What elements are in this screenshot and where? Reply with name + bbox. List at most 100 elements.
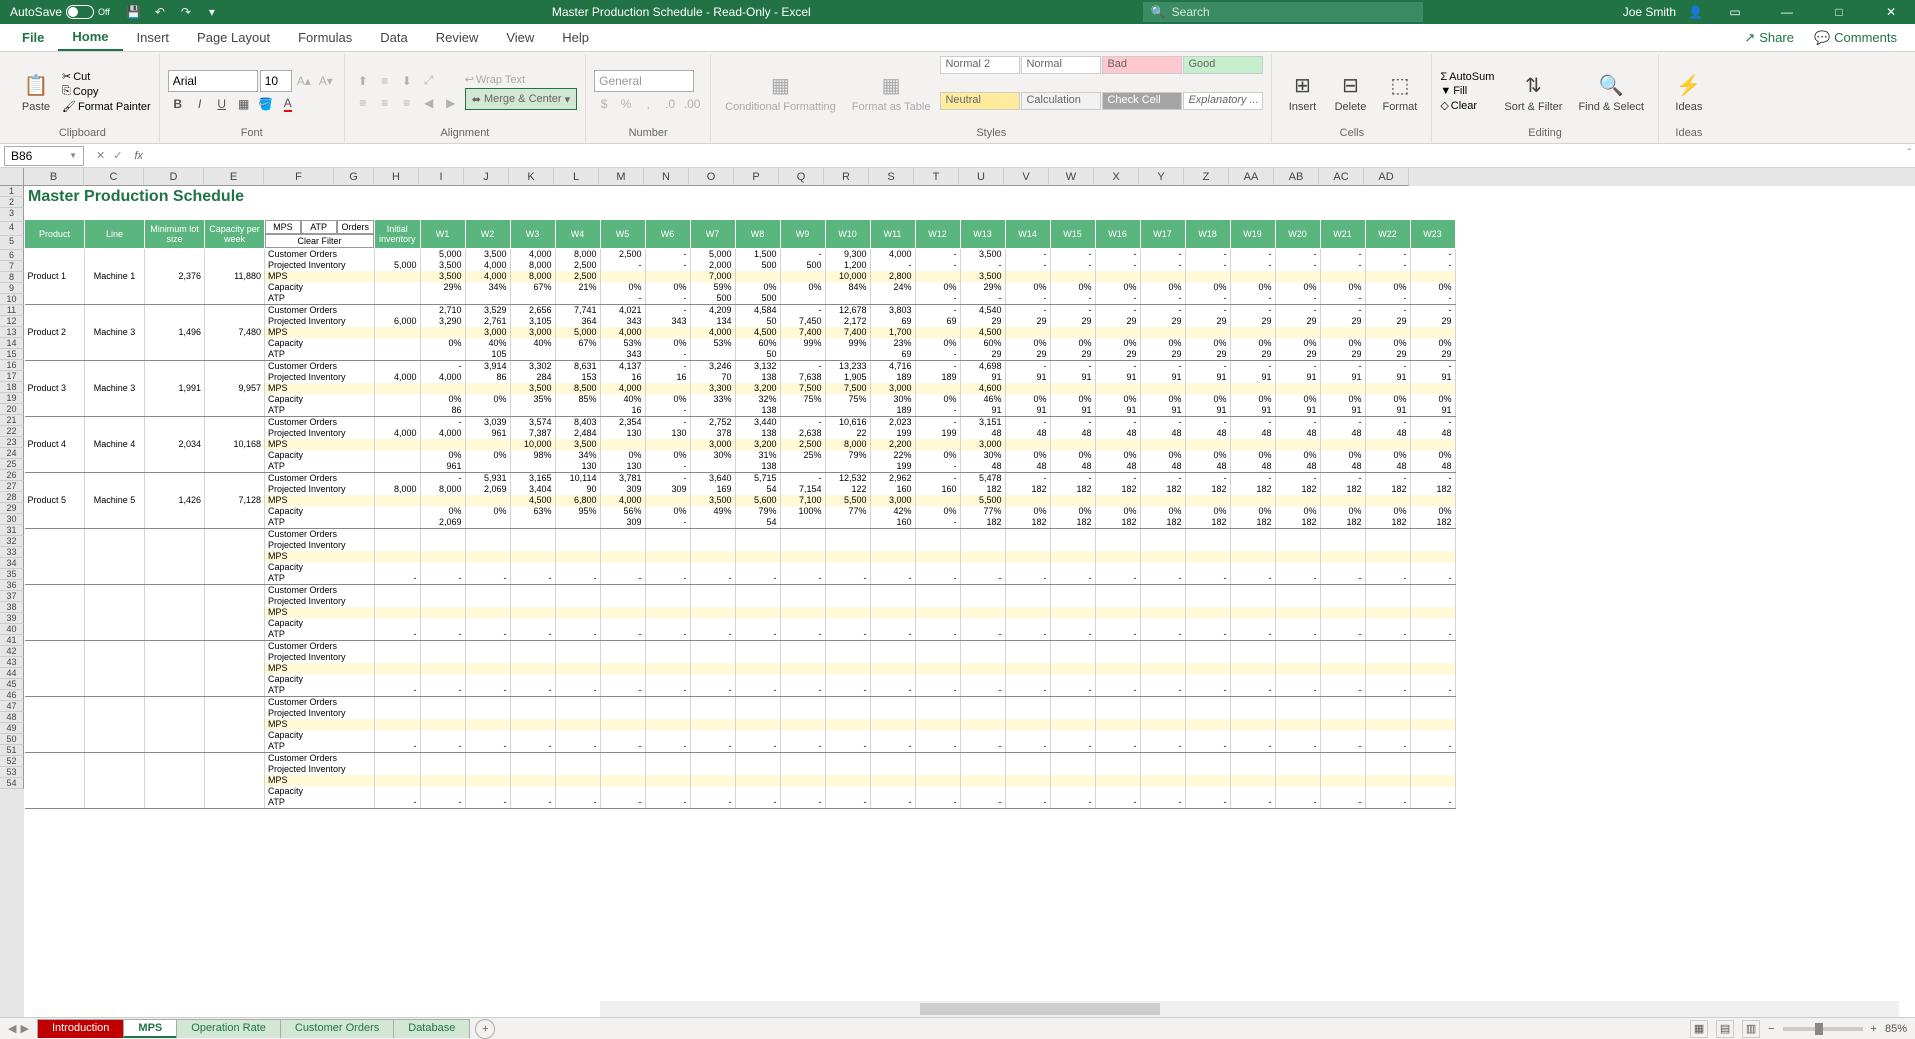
- underline-button[interactable]: U: [212, 94, 232, 114]
- row-header[interactable]: 13: [0, 327, 24, 338]
- copy-button[interactable]: ⎘ Copy: [62, 85, 151, 98]
- sort-filter-button[interactable]: ⇅Sort & Filter: [1498, 56, 1568, 127]
- paste-button[interactable]: 📋Paste: [14, 56, 58, 127]
- column-header[interactable]: B: [24, 168, 84, 186]
- comments-button[interactable]: 💬Comments: [1804, 24, 1907, 51]
- column-header[interactable]: Q: [779, 168, 824, 186]
- sheet-tab-customer-orders[interactable]: Customer Orders: [280, 1019, 394, 1038]
- row-header[interactable]: 49: [0, 723, 24, 734]
- avatar[interactable]: 👤: [1688, 5, 1703, 19]
- name-box[interactable]: B86▼: [4, 146, 84, 166]
- ribbon-tab-insert[interactable]: Insert: [123, 24, 184, 51]
- row-header[interactable]: 20: [0, 404, 24, 415]
- fill-color-button[interactable]: 🪣: [256, 94, 276, 114]
- collapse-ribbon-icon[interactable]: ˆ: [1908, 148, 1911, 159]
- autosave-toggle[interactable]: AutoSave Off: [4, 5, 116, 19]
- column-header[interactable]: E: [204, 168, 264, 186]
- italic-button[interactable]: I: [190, 94, 210, 114]
- row-header[interactable]: 4: [0, 222, 24, 236]
- delete-button[interactable]: ⊟Delete: [1328, 56, 1372, 127]
- merge-center-button[interactable]: ⬌Merge & Center▾: [465, 88, 577, 110]
- maximize-icon[interactable]: □: [1819, 0, 1859, 24]
- conditional-formatting-button[interactable]: ▦Conditional Formatting: [719, 56, 842, 127]
- horizontal-scrollbar[interactable]: [600, 1001, 1899, 1017]
- align-top-icon[interactable]: ⬆: [353, 71, 373, 91]
- row-header[interactable]: 23: [0, 437, 24, 448]
- column-header[interactable]: M: [599, 168, 644, 186]
- borders-button[interactable]: ▦: [234, 94, 254, 114]
- row-header[interactable]: 7: [0, 261, 24, 272]
- zoom-in-icon[interactable]: +: [1871, 1023, 1877, 1035]
- row-header[interactable]: 39: [0, 613, 24, 624]
- column-header[interactable]: Y: [1139, 168, 1184, 186]
- tab-nav[interactable]: ◀▶: [0, 1022, 37, 1035]
- filter-mps-button[interactable]: MPS: [265, 220, 301, 234]
- clear-button[interactable]: ◇ Clear: [1440, 99, 1494, 112]
- row-header[interactable]: 1: [0, 186, 24, 197]
- row-header[interactable]: 18: [0, 382, 24, 393]
- autosum-button[interactable]: Σ AutoSum: [1440, 71, 1494, 83]
- row-header[interactable]: 22: [0, 426, 24, 437]
- find-select-button[interactable]: 🔍Find & Select: [1572, 56, 1649, 127]
- column-header[interactable]: U: [959, 168, 1004, 186]
- align-bottom-icon[interactable]: ⬇: [397, 71, 417, 91]
- row-header[interactable]: 45: [0, 679, 24, 690]
- cell-style-bad[interactable]: Bad: [1102, 56, 1182, 74]
- row-header[interactable]: 30: [0, 514, 24, 525]
- insert-button[interactable]: ⊞Insert: [1280, 56, 1324, 127]
- number-format-select[interactable]: [594, 70, 694, 92]
- column-header[interactable]: AD: [1364, 168, 1409, 186]
- close-icon[interactable]: ✕: [1871, 0, 1911, 24]
- column-header[interactable]: AA: [1229, 168, 1274, 186]
- column-header[interactable]: J: [464, 168, 509, 186]
- column-header[interactable]: AB: [1274, 168, 1319, 186]
- user-name[interactable]: Joe Smith: [1623, 5, 1676, 19]
- page-layout-view-icon[interactable]: ▤: [1716, 1020, 1734, 1038]
- ribbon-tab-page-layout[interactable]: Page Layout: [183, 24, 284, 51]
- row-header[interactable]: 27: [0, 481, 24, 492]
- row-header[interactable]: 40: [0, 624, 24, 635]
- column-header[interactable]: P: [734, 168, 779, 186]
- row-header[interactable]: 42: [0, 646, 24, 657]
- font-name-select[interactable]: [168, 70, 258, 92]
- comma-icon[interactable]: ,: [638, 94, 658, 114]
- zoom-out-icon[interactable]: −: [1768, 1023, 1774, 1035]
- undo-icon[interactable]: ↶: [152, 4, 168, 20]
- orientation-icon[interactable]: ⤢: [419, 71, 439, 91]
- sheet-tab-introduction[interactable]: Introduction: [37, 1019, 124, 1038]
- row-header[interactable]: 28: [0, 492, 24, 503]
- filter-atp-button[interactable]: ATP: [301, 220, 337, 234]
- column-header[interactable]: F: [264, 168, 334, 186]
- row-header[interactable]: 36: [0, 580, 24, 591]
- ribbon-tab-data[interactable]: Data: [366, 24, 421, 51]
- row-header[interactable]: 12: [0, 316, 24, 327]
- column-header[interactable]: W: [1049, 168, 1094, 186]
- align-right-icon[interactable]: ≡: [397, 93, 417, 113]
- row-header[interactable]: 11: [0, 305, 24, 316]
- column-header[interactable]: X: [1094, 168, 1139, 186]
- row-header[interactable]: 31: [0, 525, 24, 536]
- row-header[interactable]: 26: [0, 470, 24, 481]
- row-header[interactable]: 29: [0, 503, 24, 514]
- row-header[interactable]: 35: [0, 569, 24, 580]
- row-header[interactable]: 24: [0, 448, 24, 459]
- increase-font-icon[interactable]: A▴: [294, 71, 314, 91]
- row-header[interactable]: 52: [0, 756, 24, 767]
- ribbon-display-icon[interactable]: ▭: [1715, 0, 1755, 24]
- row-header[interactable]: 25: [0, 459, 24, 470]
- save-icon[interactable]: 💾: [126, 4, 142, 20]
- sheet-tab-mps[interactable]: MPS: [123, 1019, 177, 1038]
- column-header[interactable]: R: [824, 168, 869, 186]
- row-header[interactable]: 48: [0, 712, 24, 723]
- column-header[interactable]: Z: [1184, 168, 1229, 186]
- formula-input[interactable]: [147, 146, 1915, 166]
- select-all-button[interactable]: [0, 168, 24, 186]
- ideas-button[interactable]: ⚡Ideas: [1667, 56, 1711, 127]
- decrease-decimal-icon[interactable]: .00: [682, 94, 702, 114]
- fx-icon[interactable]: fx: [130, 150, 147, 162]
- cell-style-normal-2[interactable]: Normal 2: [940, 56, 1020, 74]
- page-break-view-icon[interactable]: ▥: [1742, 1020, 1760, 1038]
- qat-customize-icon[interactable]: ▾: [204, 4, 220, 20]
- row-header[interactable]: 33: [0, 547, 24, 558]
- ribbon-tab-review[interactable]: Review: [422, 24, 493, 51]
